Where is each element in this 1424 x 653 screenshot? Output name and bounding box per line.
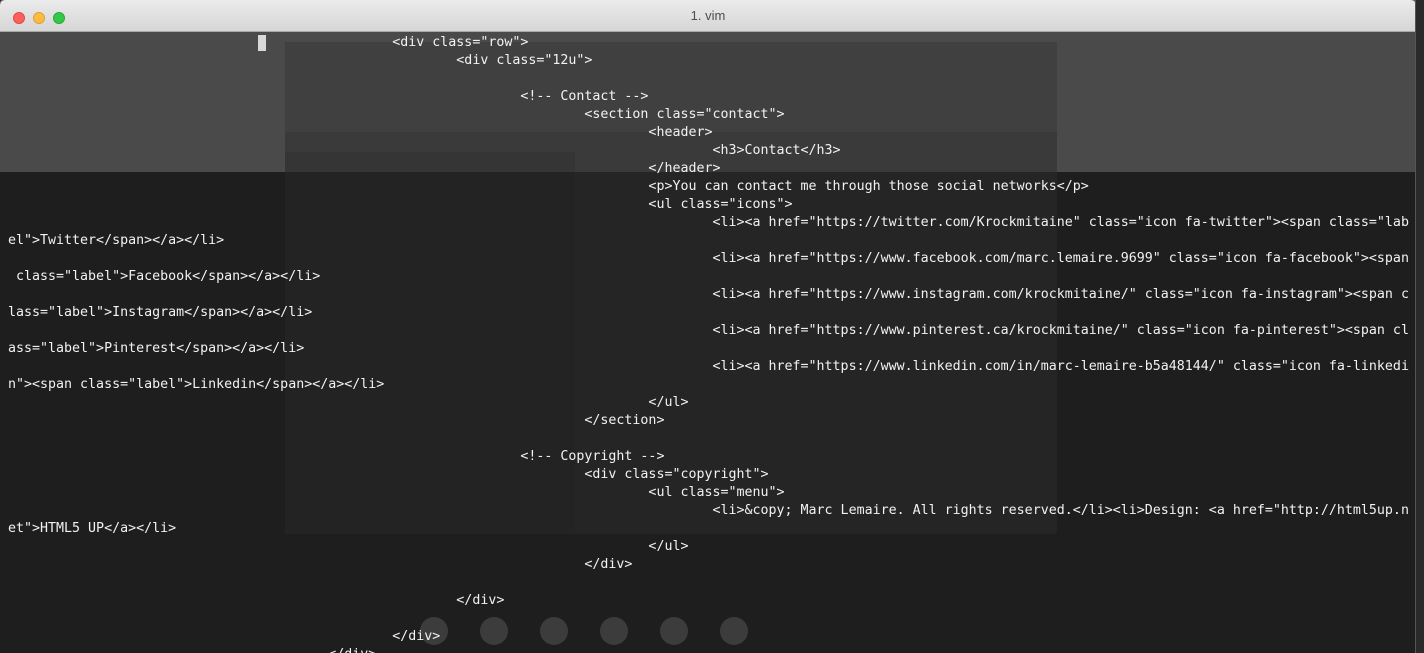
window-title: 1. vim xyxy=(690,8,726,23)
code-line: </div> xyxy=(8,629,441,644)
terminal-content[interactable]: <div class="row"> <div class="12u"> <!--… xyxy=(0,32,1416,653)
code-line: <div class="row"> xyxy=(8,35,529,50)
code-line: <li><a href="https://twitter.com/Krockmi… xyxy=(8,215,1409,230)
code-line: <p>You can contact me through those soci… xyxy=(8,179,1089,194)
code-line: <ul class="icons"> xyxy=(8,197,793,212)
code-line: <div class="copyright"> xyxy=(8,467,769,482)
code-line: <ul class="menu"> xyxy=(8,485,785,500)
code-line: <li><a href="https://www.pinterest.ca/kr… xyxy=(8,323,1409,338)
code-line: et">HTML5 UP</a></li> xyxy=(8,521,177,536)
code-line: class="label">Facebook</span></a></li> xyxy=(8,269,321,284)
code-line: <!-- Contact --> xyxy=(8,89,649,104)
code-line: </div> xyxy=(8,646,1409,653)
code-line: <!-- Copyright --> xyxy=(8,449,665,464)
code-line: </ul> xyxy=(8,539,689,554)
code-line: <header> xyxy=(8,125,713,140)
code-line: <h3>Contact</h3> xyxy=(8,143,841,158)
code-line: <li>&copy; Marc Lemaire. All rights rese… xyxy=(8,503,1409,518)
code-line: </ul> xyxy=(8,395,689,410)
title-bar[interactable]: 1. vim xyxy=(0,0,1416,32)
code-editor[interactable]: <div class="row"> <div class="12u"> <!--… xyxy=(8,34,1409,653)
code-line: lass="label">Instagram</span></a></li> xyxy=(8,305,313,320)
code-line: ass="label">Pinterest</span></a></li> xyxy=(8,341,305,356)
code-line: <section class="contact"> xyxy=(8,107,785,122)
code-line: </header> xyxy=(8,161,721,176)
code-line: n"><span class="label">Linkedin</span></… xyxy=(8,377,385,392)
code-line: </section> xyxy=(8,413,665,428)
code-line: <li><a href="https://www.instagram.com/k… xyxy=(8,287,1409,302)
code-line: </div> xyxy=(8,557,633,572)
right-edge xyxy=(1415,0,1424,653)
code-line: <li><a href="https://www.facebook.com/ma… xyxy=(8,251,1409,266)
terminal-window: 1. vim <div class="row"> <div class="12u… xyxy=(0,0,1416,653)
code-line: <div class="12u"> xyxy=(8,53,593,68)
code-line: el">Twitter</span></a></li> xyxy=(8,233,225,248)
code-line: <li><a href="https://www.linkedin.com/in… xyxy=(8,359,1409,374)
code-line: </div> xyxy=(8,593,505,608)
